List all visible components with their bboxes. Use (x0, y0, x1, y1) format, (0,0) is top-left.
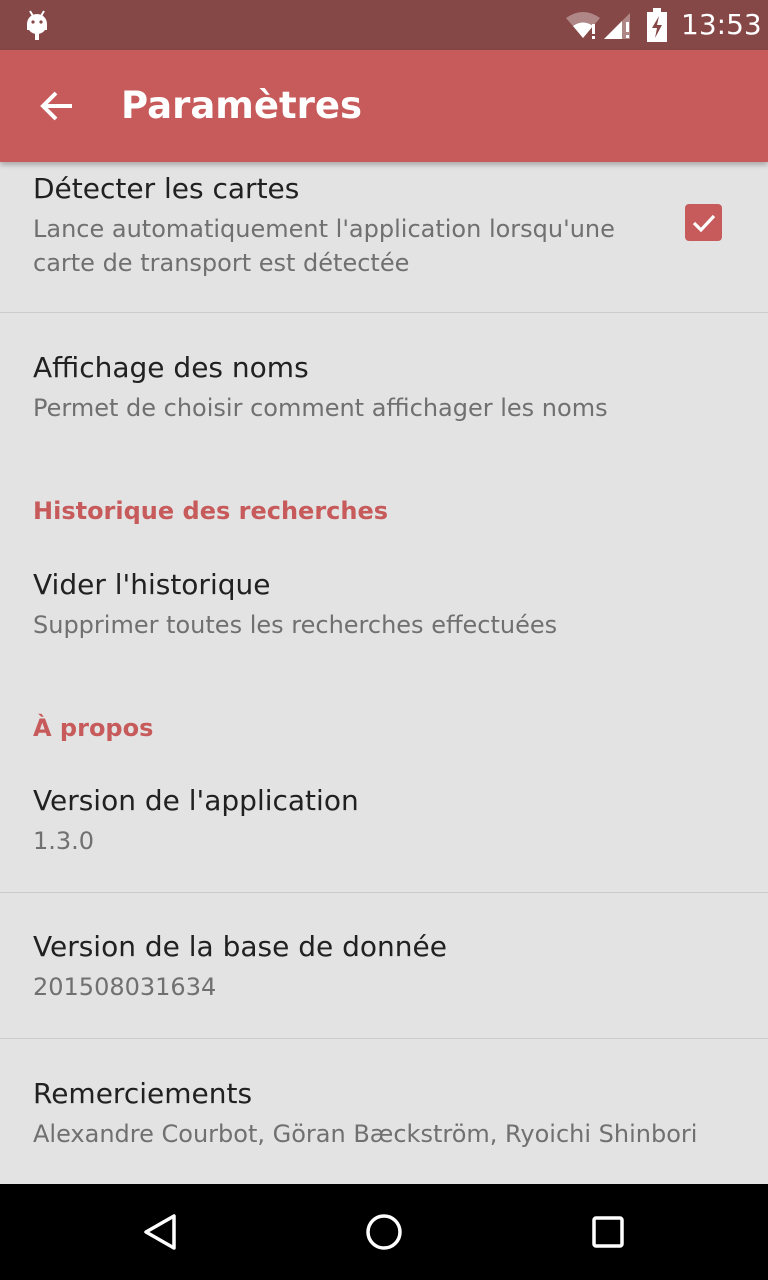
status-clock: 13:53 (681, 8, 762, 41)
pref-detect-cards[interactable]: Détecter les cartes Lance automatiquemen… (0, 162, 768, 312)
pref-title: Vider l'historique (33, 568, 271, 601)
pref-summary: Supprimer toutes les recherches effectué… (33, 611, 558, 639)
pref-title: Remerciements (33, 1077, 253, 1110)
pref-clear-history[interactable]: Vider l'historique Supprimer toutes les … (0, 542, 768, 672)
battery-charging-icon (647, 8, 667, 42)
navigation-bar (0, 1184, 768, 1280)
pref-summary: Alexandre Courbot, Göran Bæckström, Ryoi… (33, 1120, 698, 1148)
category-about: À propos (33, 714, 154, 742)
home-circle-icon (366, 1214, 402, 1250)
nav-recents-button[interactable] (578, 1202, 638, 1262)
nav-home-button[interactable] (354, 1202, 414, 1262)
arrow-back-icon (40, 91, 72, 121)
pref-title: Détecter les cartes (33, 172, 300, 205)
pref-thanks[interactable]: Remerciements Alexandre Courbot, Göran B… (0, 1039, 768, 1184)
pref-app-version[interactable]: Version de l'application 1.3.0 (0, 760, 768, 892)
detect-cards-checkbox[interactable] (685, 204, 722, 241)
pref-summary: 1.3.0 (33, 827, 95, 855)
pref-summary: Permet de choisir comment affichager les… (33, 394, 608, 422)
signal-icon (604, 13, 630, 39)
checkmark-icon (692, 214, 715, 232)
pref-db-version[interactable]: Version de la base de donnée 20150803163… (0, 893, 768, 1038)
nav-back-button[interactable] (130, 1202, 190, 1262)
preferences-list: Détecter les cartes Lance automatiquemen… (0, 162, 768, 1184)
pref-title: Affichage des noms (33, 351, 309, 384)
recents-square-icon (592, 1216, 624, 1248)
app-bar: Paramètres (0, 50, 768, 162)
back-button[interactable] (22, 70, 92, 142)
pref-title: Version de la base de donnée (33, 930, 447, 963)
android-icon (27, 10, 47, 40)
pref-name-display[interactable]: Affichage des noms Permet de choisir com… (0, 313, 768, 453)
wifi-icon (566, 12, 600, 39)
pref-summary: Lance automatiquement l'application lors… (33, 215, 615, 277)
category-search-history: Historique des recherches (33, 497, 389, 525)
page-title: Paramètres (121, 84, 363, 127)
back-triangle-icon (144, 1214, 176, 1250)
pref-title: Version de l'application (33, 784, 359, 817)
status-bar: 13:53 (0, 0, 768, 50)
pref-summary: 201508031634 (33, 973, 217, 1001)
